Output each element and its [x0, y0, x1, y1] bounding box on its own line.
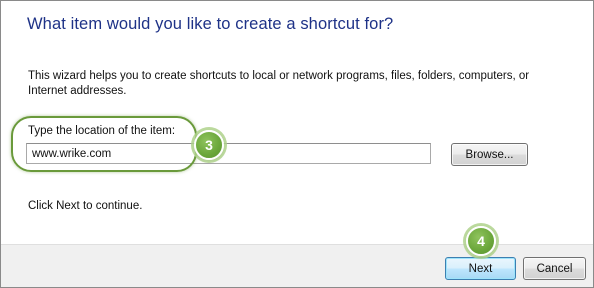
browse-button[interactable]: Browse...: [451, 143, 528, 166]
wizard-title: What item would you like to create a sho…: [27, 15, 394, 33]
wizard-description: This wizard helps you to create shortcut…: [28, 70, 530, 97]
location-highlight: [11, 116, 197, 172]
step-4-badge: 4: [466, 226, 496, 256]
continue-hint: Click Next to continue.: [28, 200, 143, 212]
create-shortcut-wizard: What item would you like to create a sho…: [0, 0, 594, 288]
step-3-badge: 3: [194, 130, 224, 160]
next-button[interactable]: Next: [445, 257, 516, 280]
cancel-button[interactable]: Cancel: [523, 257, 586, 280]
